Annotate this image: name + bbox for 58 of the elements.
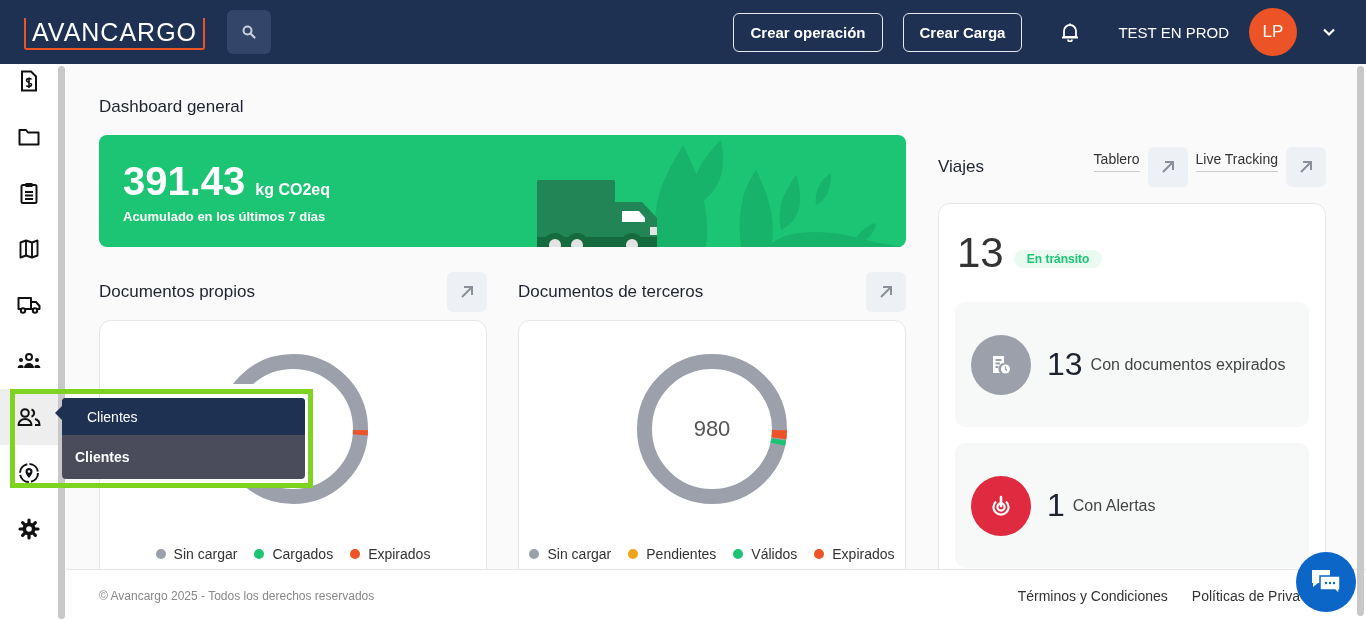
trips-link[interactable]: Live Tracking bbox=[1195, 150, 1278, 172]
legend-label: Expirados bbox=[832, 546, 895, 562]
section-title: Documentos propios bbox=[99, 282, 255, 302]
trips-count: 13 bbox=[957, 229, 1004, 277]
arrow-up-right-icon bbox=[879, 285, 893, 299]
trips-link[interactable]: Tablero bbox=[1093, 150, 1140, 172]
notification-bell-icon[interactable] bbox=[1061, 22, 1080, 42]
submenu-item[interactable]: Clientes bbox=[62, 435, 305, 479]
stat-label: Con Alertas bbox=[1072, 496, 1156, 515]
open-button[interactable] bbox=[866, 272, 906, 312]
footer-link[interactable]: Políticas de Priva bbox=[1191, 587, 1300, 604]
users-icon bbox=[17, 408, 41, 426]
copyright-text: © Avancargo 2025 - Todos los derechos reservados bbox=[99, 588, 375, 603]
search-icon bbox=[242, 25, 257, 39]
legend-label: Pendientes bbox=[646, 546, 717, 562]
arrow-up-right-icon bbox=[1299, 160, 1313, 174]
invoice-icon bbox=[20, 70, 38, 92]
stat-value: 1 bbox=[1047, 487, 1065, 524]
stat-card[interactable]: 13 Con documentos expirados bbox=[955, 302, 1309, 427]
open-button[interactable] bbox=[447, 272, 487, 312]
arrow-up-right-icon bbox=[1160, 160, 1175, 174]
page-title: Dashboard general bbox=[99, 97, 245, 117]
arrow-up-right-icon bbox=[460, 285, 474, 299]
folder-icon bbox=[18, 128, 40, 146]
legend-label: Cargados bbox=[272, 546, 334, 562]
chevron-down-icon[interactable] bbox=[1322, 27, 1336, 37]
donut-total: 980 bbox=[693, 418, 731, 440]
stat-value: 13 bbox=[1047, 346, 1083, 383]
map-icon bbox=[19, 239, 39, 259]
footer-link[interactable]: Términos y Condiciones bbox=[1017, 587, 1168, 604]
status-badge: En tránsito bbox=[1013, 250, 1103, 268]
open-button[interactable] bbox=[1286, 147, 1326, 187]
stat-label: Con documentos expirados bbox=[1090, 355, 1286, 374]
emissions-unit: kg CO2eq bbox=[255, 181, 331, 199]
legend-label: Sin cargar bbox=[173, 546, 238, 562]
location-icon bbox=[18, 462, 40, 484]
page-scrollbar[interactable] bbox=[1357, 66, 1364, 616]
legend-label: Expirados bbox=[368, 546, 431, 562]
header-button[interactable]: Crear Carga bbox=[902, 12, 1023, 52]
stat-card[interactable]: 1 Con Alertas bbox=[955, 443, 1309, 568]
legend-label: Sin cargar bbox=[547, 546, 612, 562]
header-button[interactable]: Crear operación bbox=[733, 12, 883, 52]
team-icon bbox=[17, 353, 41, 369]
search-button[interactable] bbox=[227, 10, 272, 54]
section-title: Documentos de terceros bbox=[518, 282, 704, 302]
truck-icon bbox=[17, 296, 41, 314]
submenu-title: Clientes bbox=[62, 398, 305, 435]
sidebar-scrollbar[interactable] bbox=[58, 66, 65, 619]
user-name: TEST EN PROD bbox=[1118, 23, 1229, 41]
emissions-value: 391.43 bbox=[123, 161, 246, 201]
settings-icon bbox=[18, 518, 40, 540]
legend-label: Válidos bbox=[751, 546, 798, 562]
emissions-caption: Acumulado en los últimos 7 días bbox=[123, 209, 327, 224]
logo[interactable]: AVANCARGO bbox=[24, 18, 206, 50]
open-button[interactable] bbox=[1147, 147, 1188, 187]
section-title: Viajes bbox=[938, 157, 984, 177]
user-avatar[interactable]: LP bbox=[1249, 8, 1297, 56]
clipboard-icon bbox=[20, 182, 38, 204]
